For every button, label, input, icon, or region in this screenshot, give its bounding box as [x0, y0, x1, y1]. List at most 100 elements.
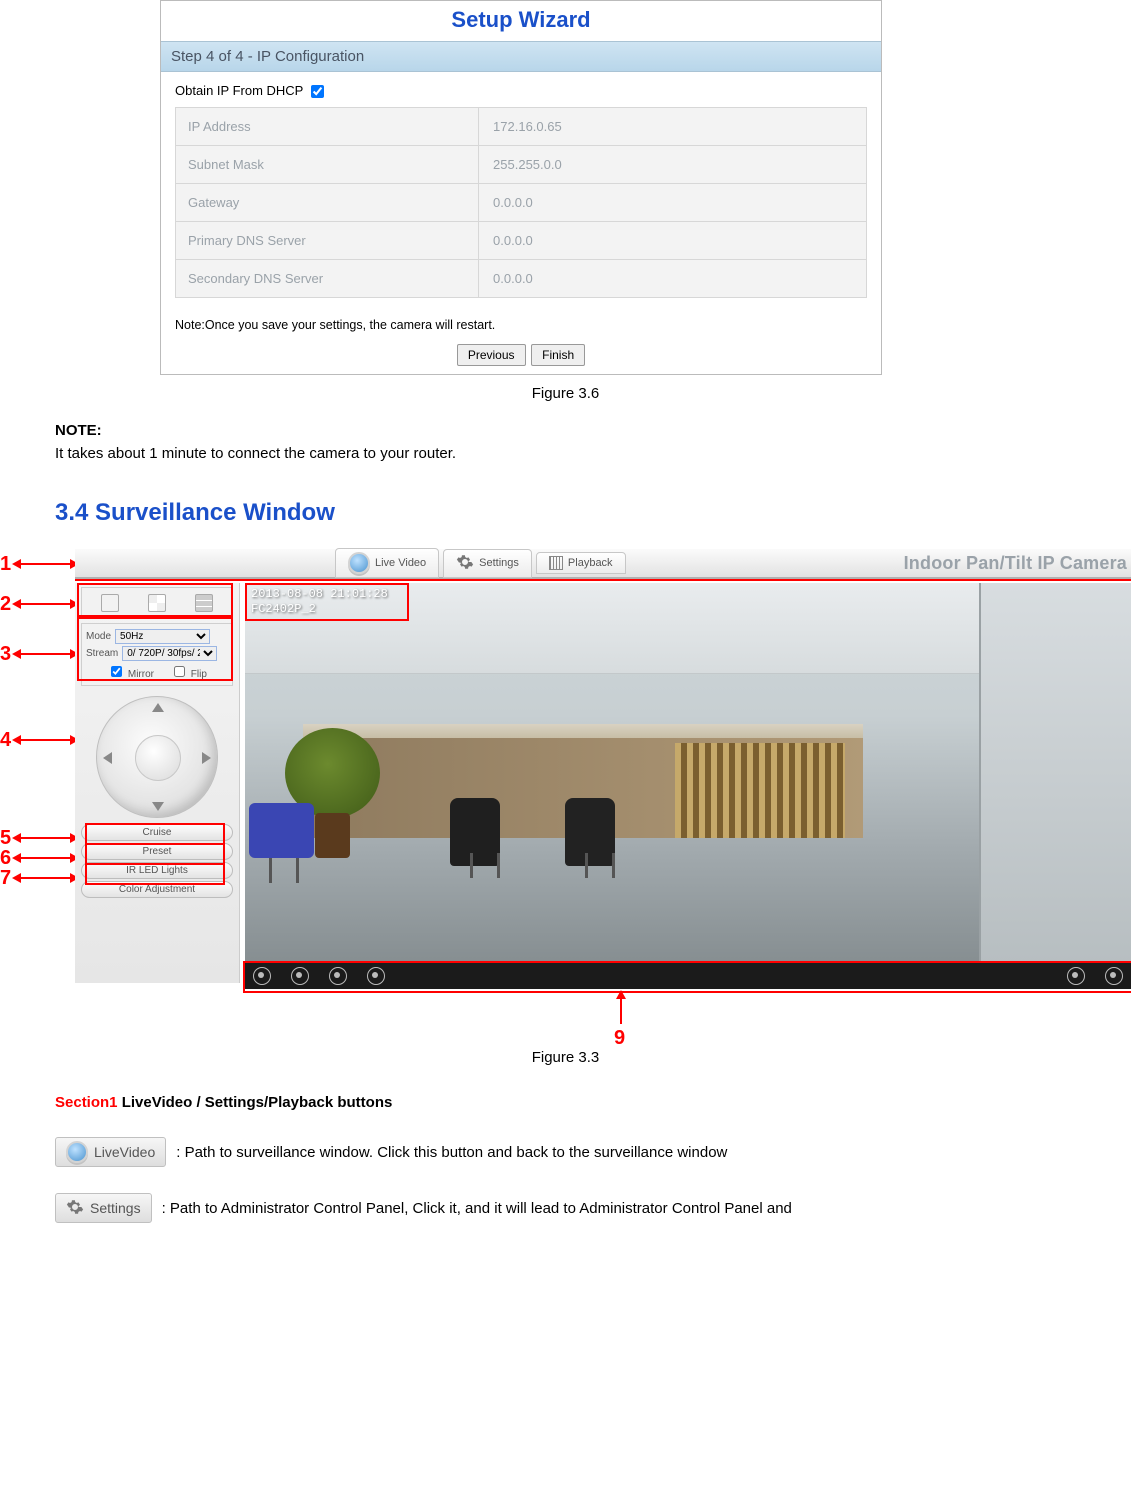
wall-graphic	[979, 583, 1131, 963]
camera-icon	[348, 552, 370, 574]
gear-icon	[66, 1198, 84, 1219]
mode-label: Mode	[86, 631, 111, 642]
playback-toolbar	[245, 963, 1131, 989]
top-tab-bar: Live Video Settings Playback Indoor Pan/…	[75, 549, 1131, 579]
toolbar-icon[interactable]	[253, 967, 271, 985]
ptz-up-icon[interactable]	[152, 703, 164, 712]
tab-settings[interactable]: Settings	[443, 549, 532, 578]
setup-wizard-panel: Setup Wizard Step 4 of 4 - IP Configurat…	[160, 0, 882, 375]
chair-graphic	[450, 798, 520, 878]
wizard-note: Note:Once you save your settings, the ca…	[161, 304, 881, 340]
note-body: It takes about 1 minute to connect the c…	[55, 443, 1076, 466]
toolbar-icon[interactable]	[291, 967, 309, 985]
video-viewport: 2013-08-08 21:01:28 FC2402P_2	[245, 583, 1131, 963]
stream-select[interactable]: 0/ 720P/ 30fps/ 2M	[122, 646, 217, 661]
gateway-field	[491, 194, 858, 211]
settings-description: : Path to Administrator Control Panel, C…	[162, 1200, 792, 1217]
arrow-line	[14, 837, 72, 839]
toolbar-icon[interactable]	[367, 967, 385, 985]
subnet-mask-label: Subnet Mask	[176, 146, 479, 184]
multiview-selector[interactable]	[81, 587, 233, 619]
ptz-left-icon[interactable]	[103, 752, 112, 764]
annotation-1: 1	[0, 553, 11, 576]
primary-dns-label: Primary DNS Server	[176, 222, 479, 260]
livevideo-button-graphic: LiveVideo	[55, 1137, 166, 1167]
finish-button[interactable]: Finish	[531, 344, 585, 366]
dhcp-checkbox[interactable]	[311, 85, 324, 98]
surveillance-figure: 1 2 3 4 5 6 7 8	[0, 549, 1131, 1039]
arrow-head	[12, 559, 21, 569]
arrow-line	[620, 994, 622, 1024]
tab-label: Settings	[479, 557, 519, 569]
section1-heading: Section1 LiveVideo / Settings/Playback b…	[55, 1094, 1076, 1111]
previous-button[interactable]: Previous	[457, 344, 526, 366]
arrow-head	[12, 735, 21, 745]
annotation-2: 2	[0, 593, 11, 616]
livevideo-label: LiveVideo	[94, 1144, 155, 1160]
tab-playback[interactable]: Playback	[536, 552, 626, 574]
arrow-line	[14, 563, 72, 565]
cruise-button[interactable]: Cruise	[81, 824, 233, 841]
ip-address-field	[491, 118, 858, 135]
ip-address-label: IP Address	[176, 108, 479, 146]
arrow-line	[14, 653, 72, 655]
toolbar-icon[interactable]	[1105, 967, 1123, 985]
settings-label: Settings	[90, 1200, 141, 1216]
irled-button[interactable]: IR LED Lights	[81, 862, 233, 879]
section1-red: Section1	[55, 1094, 118, 1111]
chair-graphic	[565, 798, 635, 878]
view-2x2-icon[interactable]	[148, 594, 166, 612]
dhcp-label: Obtain IP From DHCP	[175, 83, 303, 98]
gear-icon	[456, 553, 474, 574]
playback-icon	[549, 556, 563, 570]
flip-checkbox[interactable]	[174, 666, 185, 677]
tab-label: Playback	[568, 557, 613, 569]
arrow-head	[12, 649, 21, 659]
note-heading: NOTE:	[55, 420, 1076, 443]
mirror-checkbox[interactable]	[111, 666, 122, 677]
annotation-6: 6	[0, 847, 11, 870]
section1-rest: LiveVideo / Settings/Playback buttons	[118, 1094, 393, 1111]
arrow-head	[616, 990, 626, 999]
annotation-9: 9	[614, 1027, 625, 1050]
mode-stream-box: Mode 50Hz Stream 0/ 720P/ 30fps/ 2M Mirr…	[81, 623, 233, 686]
osd-overlay: 2013-08-08 21:01:28 FC2402P_2	[251, 587, 388, 617]
gateway-label: Gateway	[176, 184, 479, 222]
figure-caption-33: Figure 3.3	[0, 1049, 1131, 1066]
stripes-graphic	[675, 743, 845, 838]
flip-label: Flip	[191, 669, 207, 680]
primary-dns-field	[491, 232, 858, 249]
arrow-line	[14, 877, 72, 879]
wizard-title: Setup Wizard	[161, 1, 881, 41]
annotation-7: 7	[0, 867, 11, 890]
brand-title: Indoor Pan/Tilt IP Camera	[904, 553, 1127, 574]
toolbar-icon[interactable]	[329, 967, 347, 985]
tab-live-video[interactable]: Live Video	[335, 548, 439, 578]
camera-icon	[66, 1141, 88, 1163]
figure-caption-36: Figure 3.6	[0, 385, 1131, 402]
ptz-control[interactable]	[96, 696, 218, 818]
annotation-5: 5	[0, 827, 11, 850]
arrow-line	[14, 739, 72, 741]
ptz-down-icon[interactable]	[152, 802, 164, 811]
mode-select[interactable]: 50Hz	[115, 629, 210, 644]
arrow-head	[12, 853, 21, 863]
chair-graphic	[249, 803, 319, 883]
secondary-dns-field	[491, 270, 858, 287]
view-1x1-icon[interactable]	[101, 594, 119, 612]
annotation-3: 3	[0, 643, 11, 666]
settings-button-graphic: Settings	[55, 1193, 152, 1223]
arrow-head	[12, 873, 21, 883]
subnet-mask-field	[491, 156, 858, 173]
preset-button[interactable]: Preset	[81, 843, 233, 860]
left-control-panel: Mode 50Hz Stream 0/ 720P/ 30fps/ 2M Mirr…	[75, 583, 240, 983]
annotation-4: 4	[0, 729, 11, 752]
toolbar-icon[interactable]	[1067, 967, 1085, 985]
view-3x3-icon[interactable]	[195, 594, 213, 612]
secondary-dns-label: Secondary DNS Server	[176, 260, 479, 298]
coloradj-button[interactable]: Color Adjustment	[81, 881, 233, 898]
wizard-step: Step 4 of 4 - IP Configuration	[161, 41, 881, 72]
ptz-right-icon[interactable]	[202, 752, 211, 764]
heading-34: 3.4 Surveillance Window	[55, 495, 1076, 531]
tab-label: Live Video	[375, 557, 426, 569]
